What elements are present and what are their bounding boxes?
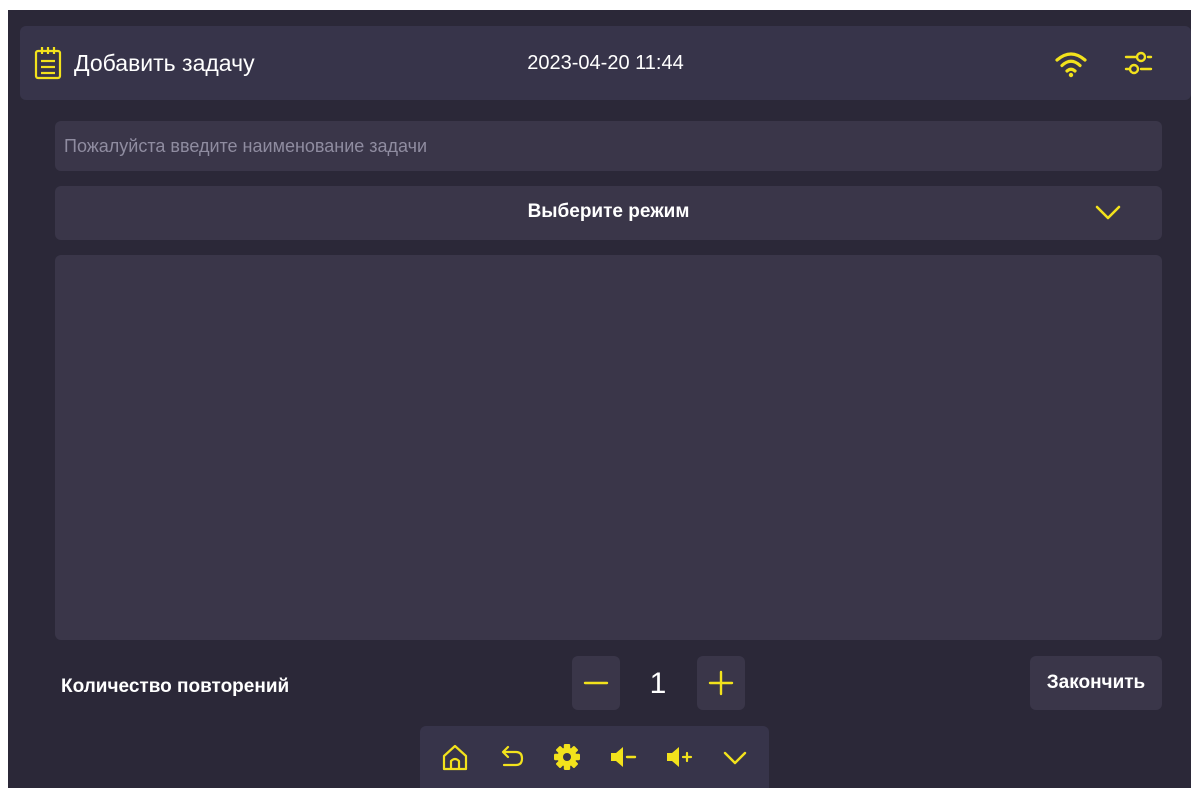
volume-down-button[interactable]: [608, 742, 638, 772]
settings-button[interactable]: [552, 742, 582, 772]
collapse-nav-button[interactable]: [720, 742, 750, 772]
task-content-area: [55, 255, 1162, 640]
repetitions-count: 1: [649, 667, 667, 700]
mode-select-label: Выберите режим: [527, 201, 690, 222]
home-icon: [442, 744, 468, 771]
plus-icon: [708, 670, 734, 696]
repetitions-label: Количество повторений: [61, 676, 290, 697]
bottom-nav-bar: [420, 726, 769, 788]
minus-icon: [583, 681, 609, 685]
finish-button[interactable]: Закончить: [1030, 656, 1162, 710]
decrement-button[interactable]: [572, 656, 620, 710]
datetime-display: 2023-04-20 11:44: [527, 52, 684, 74]
home-button[interactable]: [440, 742, 470, 772]
wifi-icon[interactable]: [1054, 50, 1088, 78]
volume-up-button[interactable]: [664, 742, 694, 772]
settings-sliders-icon[interactable]: [1122, 46, 1156, 80]
task-name-input[interactable]: [55, 121, 1162, 171]
volume-down-icon: [611, 747, 637, 767]
gear-icon: [554, 744, 580, 770]
screen: Добавить задачу 2023-04-20 11:44 Выберит…: [8, 10, 1191, 788]
volume-up-icon: [667, 747, 693, 767]
chevron-down-icon: [723, 751, 747, 765]
header-bar: Добавить задачу 2023-04-20 11:44: [20, 26, 1191, 100]
back-icon: [501, 745, 524, 767]
increment-button[interactable]: [697, 656, 745, 710]
mode-select[interactable]: Выберите режим: [55, 186, 1162, 240]
back-button[interactable]: [496, 742, 526, 772]
chevron-down-icon: [1095, 205, 1121, 220]
